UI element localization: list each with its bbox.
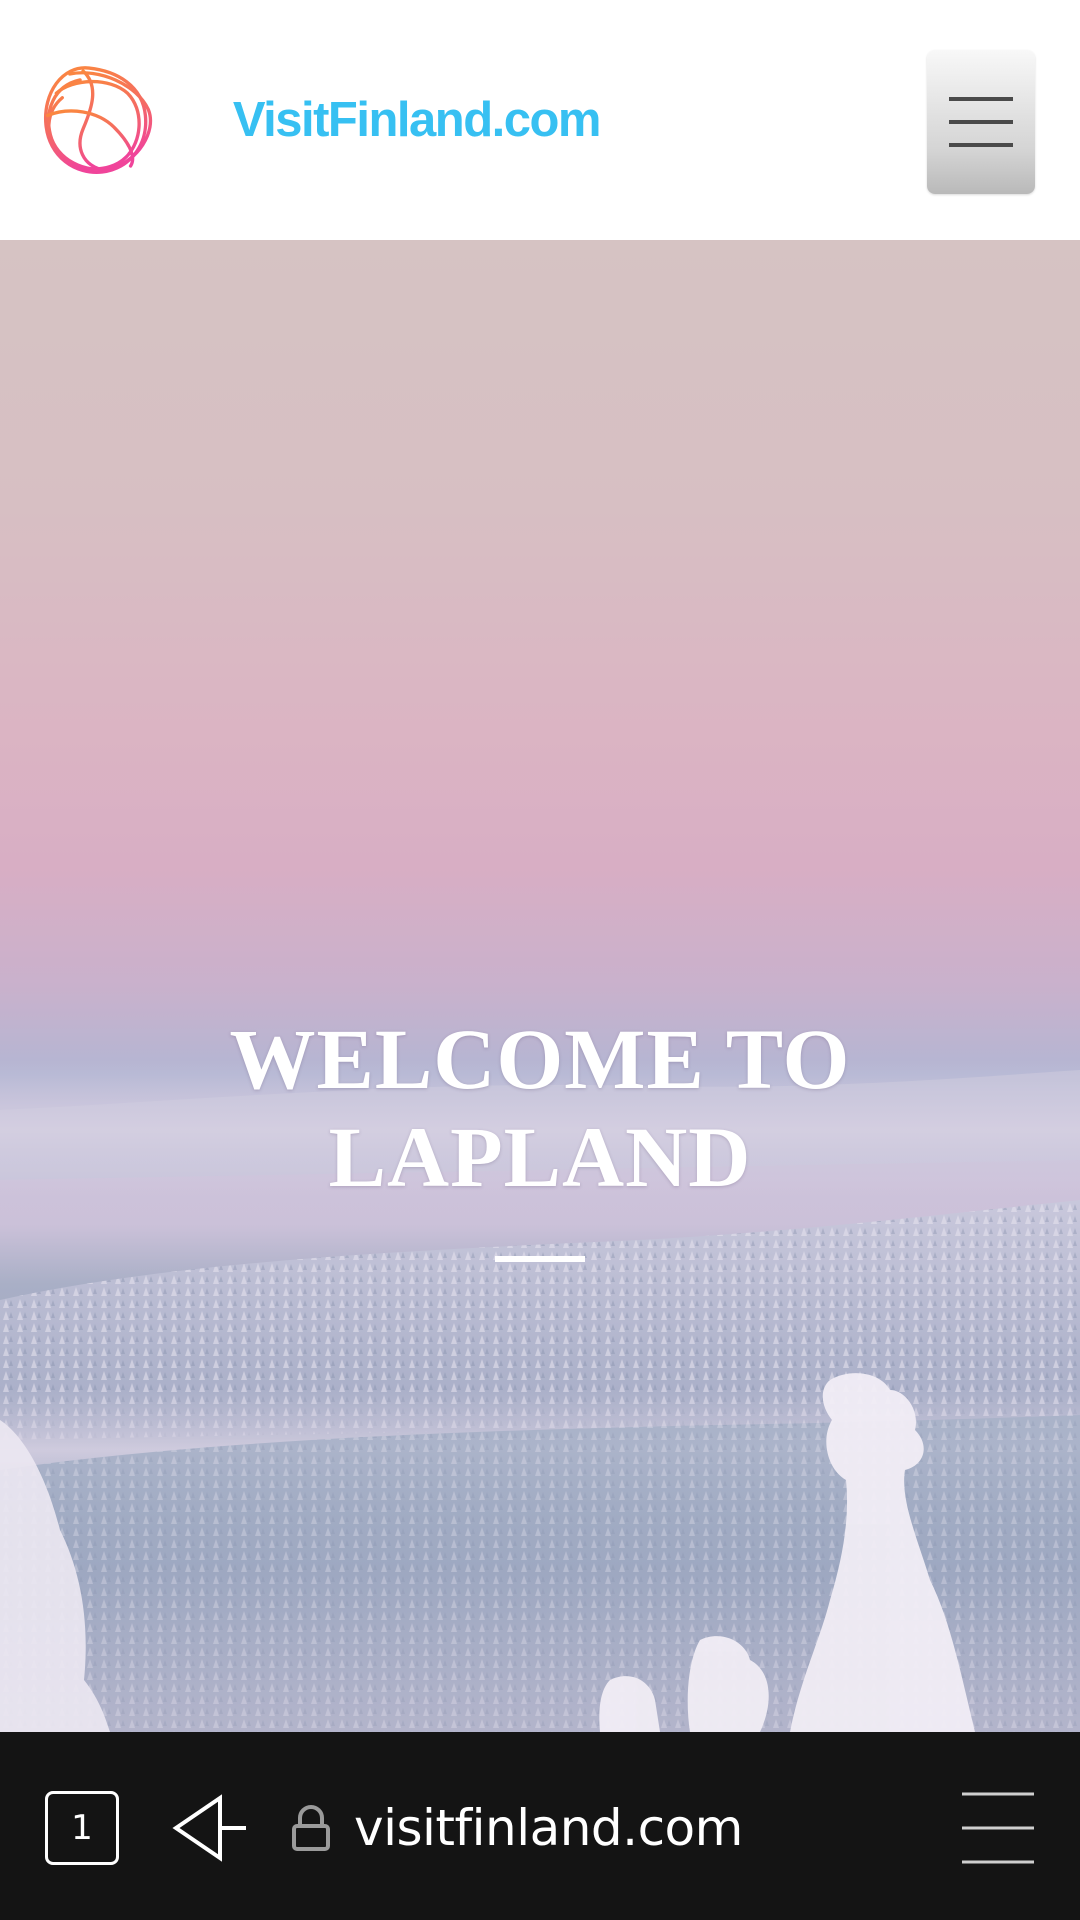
visitfinland-logo-icon xyxy=(44,66,153,174)
hero-title-divider xyxy=(495,1256,585,1262)
site-header: VisitFinland.com xyxy=(0,0,1080,240)
home-logo-link[interactable]: VisitFinland.com xyxy=(40,40,602,200)
browser-menu-icon[interactable] xyxy=(960,1786,1036,1870)
tab-count: 1 xyxy=(71,1808,93,1848)
site-menu-button[interactable] xyxy=(927,50,1035,194)
hero-title: WELCOME TO LAPLAND xyxy=(229,1011,851,1205)
address-bar[interactable]: visitfinland.com xyxy=(290,1786,930,1870)
tabs-counter-button[interactable]: 1 xyxy=(45,1791,119,1865)
hamburger-icon xyxy=(949,97,1013,147)
back-arrow-icon[interactable] xyxy=(168,1788,248,1868)
hero-banner: WELCOME TO LAPLAND xyxy=(0,240,1080,1732)
browser-toolbar: 1 visitfinland.com xyxy=(0,1732,1080,1920)
url-text: visitfinland.com xyxy=(354,1799,743,1857)
site-logo-text: VisitFinland.com xyxy=(232,93,602,147)
lapland-landscape-image xyxy=(0,1060,1080,1732)
lock-icon xyxy=(292,1805,330,1851)
